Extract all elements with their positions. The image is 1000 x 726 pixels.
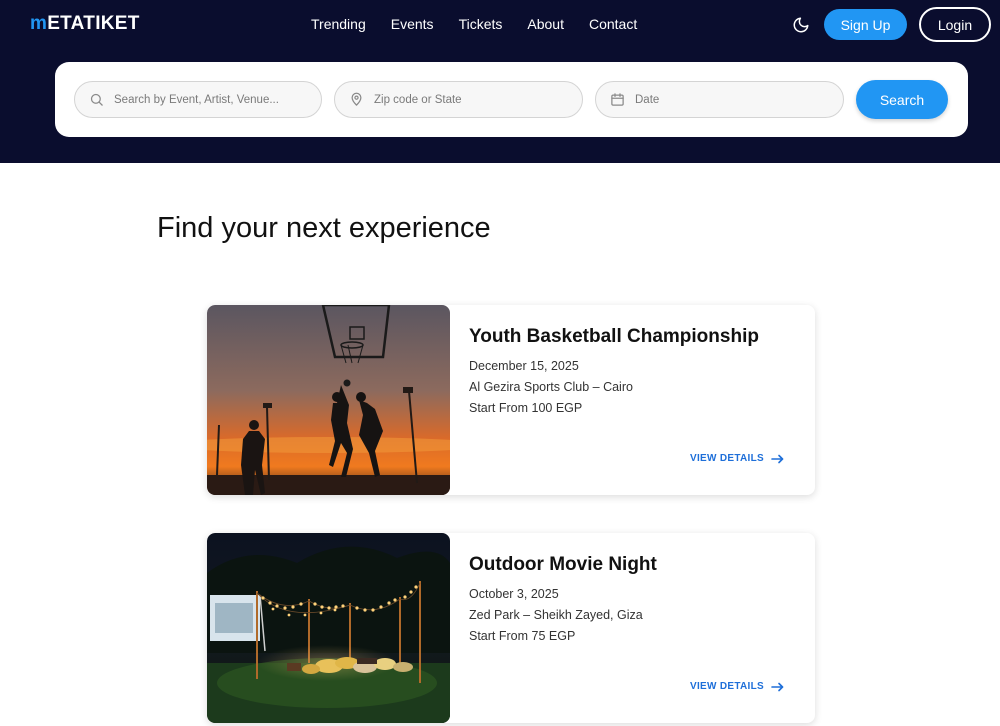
search-panel: Search [55, 62, 968, 137]
main-nav: Trending Events Tickets About Contact [311, 16, 662, 32]
event-price: Start From 75 EGP [469, 629, 576, 643]
event-image-basketball[interactable] [207, 305, 450, 495]
nav-trending[interactable]: Trending [311, 16, 366, 32]
calendar-icon [609, 92, 625, 108]
location-pin-icon [348, 92, 364, 108]
view-details-link[interactable]: VIEW DETAILS [690, 453, 784, 464]
event-card: Outdoor Movie Night October 3, 2025 Zed … [207, 533, 815, 723]
logo-accent-letter: m [30, 13, 48, 34]
event-search-field[interactable] [74, 81, 322, 118]
nav-tickets[interactable]: Tickets [459, 16, 503, 32]
brand-logo[interactable]: mETATIKET [30, 13, 140, 35]
arrow-right-icon [771, 454, 784, 464]
search-icon [88, 92, 104, 108]
event-date: October 3, 2025 [469, 587, 559, 601]
view-details-link[interactable]: VIEW DETAILS [690, 681, 784, 692]
event-venue: Zed Park – Sheikh Zayed, Giza [469, 608, 643, 622]
login-button[interactable]: Login [919, 7, 991, 42]
nav-contact[interactable]: Contact [589, 16, 637, 32]
event-venue: Al Gezira Sports Club – Cairo [469, 380, 633, 394]
event-title[interactable]: Youth Basketball Championship [469, 326, 759, 348]
event-price: Start From 100 EGP [469, 401, 583, 415]
event-date: December 15, 2025 [469, 359, 579, 373]
location-field[interactable] [334, 81, 583, 118]
arrow-right-icon [771, 682, 784, 692]
search-button[interactable]: Search [856, 80, 948, 119]
logo-text: ETATIKET [47, 13, 140, 34]
view-details-label: VIEW DETAILS [690, 681, 764, 692]
nav-about[interactable]: About [527, 16, 564, 32]
view-details-label: VIEW DETAILS [690, 453, 764, 464]
date-field[interactable] [595, 81, 844, 118]
top-header: mETATIKET Trending Events Tickets About … [0, 0, 1000, 163]
page-title: Find your next experience [157, 212, 491, 244]
location-input[interactable] [374, 93, 564, 106]
nav-events[interactable]: Events [391, 16, 434, 32]
event-image-movie-night[interactable] [207, 533, 450, 723]
signup-button[interactable]: Sign Up [824, 9, 907, 40]
moon-icon[interactable] [790, 14, 812, 36]
event-card: Youth Basketball Championship December 1… [207, 305, 815, 495]
date-input[interactable] [635, 93, 825, 106]
event-title[interactable]: Outdoor Movie Night [469, 554, 657, 576]
event-search-input[interactable] [114, 93, 304, 106]
